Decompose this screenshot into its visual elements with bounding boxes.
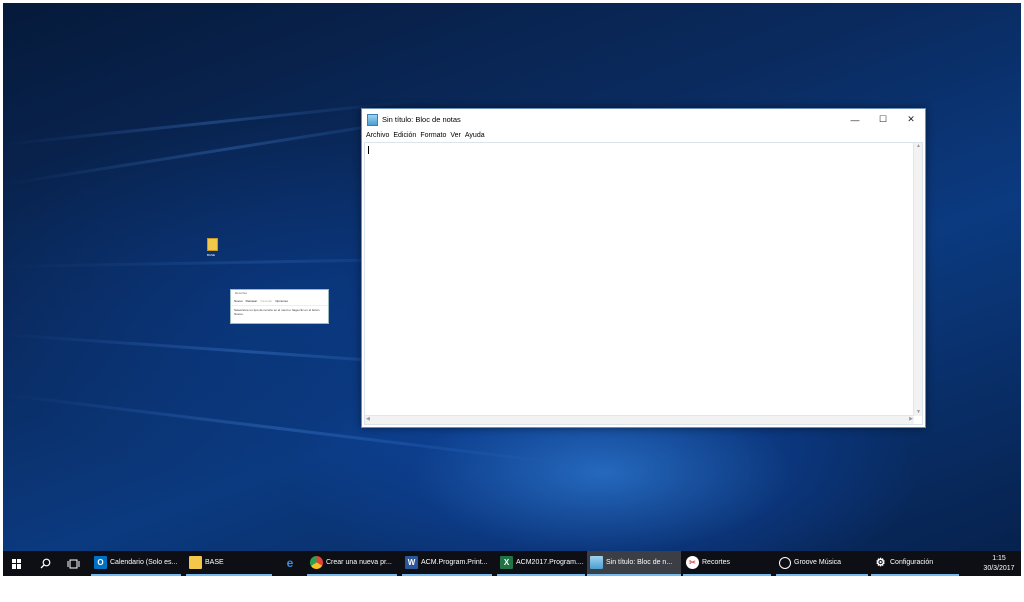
word-icon: W: [405, 556, 418, 569]
snipping-tool-window[interactable]: Recortes Nuevo Retrasar Cancelar Opcione…: [230, 289, 329, 324]
scroll-down-icon[interactable]: ▼: [916, 410, 921, 415]
taskbar-clock[interactable]: 1:15 30/3/2017: [977, 554, 1021, 574]
clock-time: 1:15: [992, 554, 1006, 562]
maximize-button[interactable]: ☐: [869, 114, 897, 125]
notepad-icon: [367, 113, 378, 126]
text-caret: [368, 146, 369, 154]
taskbar-item-label: ACM.Program.Print...: [421, 559, 488, 566]
clock-date: 30/3/2017: [983, 564, 1015, 572]
taskbar-item-label: Sin título: Bloc de n...: [606, 559, 673, 566]
start-button[interactable]: [3, 551, 31, 576]
taskbar-item-word[interactable]: W ACM.Program.Print...: [402, 551, 492, 576]
taskbar-item-settings[interactable]: ⚙ Configuración: [871, 551, 959, 576]
snip-delay-button[interactable]: Retrasar: [246, 299, 258, 303]
taskbar-item-label: Crear una nueva pr...: [326, 559, 392, 566]
snipping-tool-toolbar: Nuevo Retrasar Cancelar Opciones: [231, 296, 328, 306]
taskbar-item-snipping-tool[interactable]: ✂ Recortes: [683, 551, 771, 576]
snip-new-button[interactable]: Nuevo: [234, 299, 243, 303]
taskbar-item-groove[interactable]: Groove Música: [776, 551, 868, 576]
search-button[interactable]: [31, 551, 59, 576]
notepad-icon: [590, 556, 603, 569]
snip-cancel-button[interactable]: Cancelar: [260, 299, 272, 303]
taskbar-item-label: Calendario (Solo es...: [110, 559, 178, 566]
search-icon: [40, 558, 50, 569]
window-title: Sin título: Bloc de notas: [382, 115, 461, 124]
horizontal-scrollbar[interactable]: ◀ ▶: [365, 415, 914, 424]
taskbar-item-label: ACM2017.Program....: [516, 559, 584, 566]
taskbar: O Calendario (Solo es... BASE e Crear un…: [3, 551, 1021, 576]
menu-bar: Archivo Edición Formato Ver Ayuda: [362, 130, 925, 140]
folder-icon: [189, 556, 202, 569]
text-editor[interactable]: ▲ ▼ ◀ ▶: [364, 142, 923, 425]
scroll-right-icon[interactable]: ▶: [909, 417, 913, 422]
notepad-titlebar[interactable]: Sin título: Bloc de notas — ☐ ✕: [362, 109, 925, 130]
menu-formato[interactable]: Formato: [420, 132, 446, 139]
desktop-folder-icon[interactable]: BASE: [203, 238, 219, 257]
taskbar-item-label: Configuración: [890, 559, 934, 566]
excel-icon: X: [500, 556, 513, 569]
taskbar-item-edge[interactable]: e: [278, 551, 302, 576]
edge-icon: e: [286, 555, 294, 570]
taskbar-item-excel[interactable]: X ACM2017.Program....: [497, 551, 585, 576]
snipping-tool-message: Seleccione un tipo de recorte en el menú…: [234, 308, 320, 316]
notepad-window[interactable]: Sin título: Bloc de notas — ☐ ✕ Archivo …: [361, 108, 926, 428]
vertical-scrollbar[interactable]: ▲ ▼: [913, 143, 922, 416]
outlook-icon: O: [94, 556, 107, 569]
snip-options-button[interactable]: Opciones: [275, 299, 288, 303]
gear-icon: ⚙: [875, 557, 886, 569]
windows-logo-icon: [12, 558, 22, 569]
wallpaper-beam: [3, 99, 421, 146]
scroll-left-icon[interactable]: ◀: [366, 417, 370, 422]
folder-icon: [207, 238, 218, 251]
taskbar-item-base[interactable]: BASE: [186, 551, 272, 576]
taskbar-item-label: Groove Música: [794, 559, 842, 566]
menu-archivo[interactable]: Archivo: [366, 132, 389, 139]
scroll-up-icon[interactable]: ▲: [916, 144, 921, 149]
close-button[interactable]: ✕: [897, 114, 925, 125]
desktop: BASE Recortes Nuevo Retrasar Cancelar Op…: [3, 3, 1021, 576]
task-view-button[interactable]: [59, 551, 87, 576]
chrome-icon: [310, 556, 323, 569]
snipping-tool-icon: ✂: [686, 556, 699, 569]
minimize-button[interactable]: —: [841, 115, 869, 125]
taskbar-item-label: Recortes: [702, 559, 731, 566]
menu-ver[interactable]: Ver: [450, 132, 461, 139]
task-view-icon: [67, 559, 79, 568]
taskbar-item-label: BASE: [205, 559, 224, 566]
groove-icon: [779, 556, 791, 569]
desktop-icon-label: BASE: [206, 253, 215, 257]
taskbar-item-calendar[interactable]: O Calendario (Solo es...: [91, 551, 181, 576]
taskbar-item-chrome[interactable]: Crear una nueva pr...: [307, 551, 397, 576]
taskbar-item-notepad[interactable]: Sin título: Bloc de n...: [587, 551, 681, 576]
menu-ayuda[interactable]: Ayuda: [465, 132, 485, 139]
menu-edicion[interactable]: Edición: [393, 132, 416, 139]
